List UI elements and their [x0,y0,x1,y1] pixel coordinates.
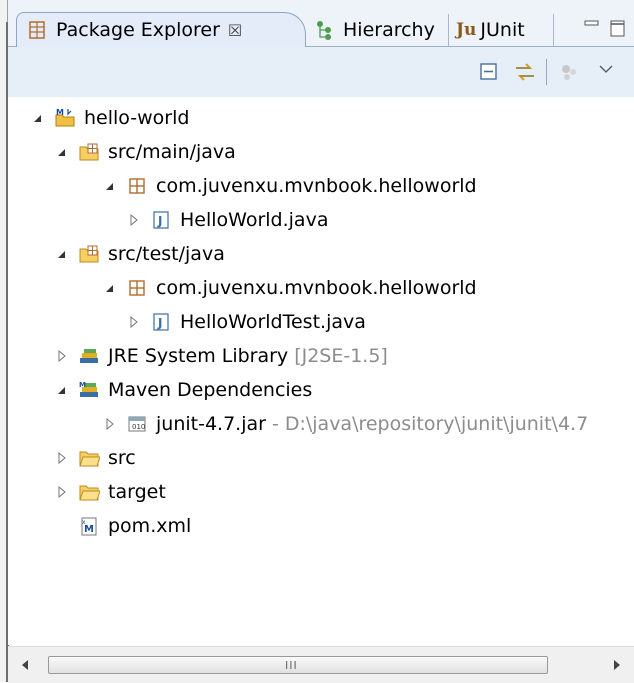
expanded-arrow-icon[interactable] [54,246,70,262]
tree-item-suffix: [J2SE-1.5] [294,345,388,367]
collapsed-arrow-icon[interactable] [126,212,142,228]
tree-item-folder-target[interactable]: target [54,475,166,509]
tree-item-suffix: - D:\java\repository\junit\junit\4.7 [271,413,589,435]
maven-pom-icon: M x [81,517,97,536]
expanded-arrow-icon[interactable] [102,178,118,194]
tree-item-source-folder[interactable]: src/test/java [54,237,225,271]
svg-text:M: M [79,381,86,389]
tree-item-label: HelloWorld.java [180,209,329,231]
tree-item-label: src/main/java [108,141,236,163]
package-tree: M hello-world src/main/java com.juvenxu.… [8,97,634,645]
maven-project-icon: M [55,108,75,127]
tree-item-label: Maven Dependencies [108,379,313,401]
tree-item-label: com.juvenxu.mvnbook.helloworld [156,175,477,197]
tree-item-label: src/test/java [108,243,225,265]
tab-package-explorer[interactable]: Package Explorer ☒ [26,14,242,46]
tree-item-java-file[interactable]: J HelloWorld.java [126,203,328,237]
folder-icon [79,485,100,501]
hierarchy-icon [317,21,331,40]
tree-item-jar[interactable]: 010 junit-4.7.jar - D:\java\repository\j… [102,407,588,441]
tree-item-label: src [108,447,136,469]
tab-junit[interactable]: Ju JUnit [456,14,525,46]
collapse-all-icon[interactable] [478,61,500,83]
folder-icon [79,451,100,467]
focus-icon[interactable] [558,61,580,83]
scrollbar-grip: III [285,659,298,672]
tab-label: Package Explorer [56,19,220,41]
jar-icon: 010 [128,416,146,432]
source-folder-icon [79,143,99,161]
tree-item-source-folder[interactable]: src/main/java [54,135,236,169]
view-toolbar [8,47,634,98]
close-icon[interactable]: ☒ [228,21,242,40]
scroll-left-icon[interactable] [20,659,30,671]
tab-divider [448,14,449,46]
tree-item-java-file[interactable]: J HelloWorldTest.java [126,305,366,339]
link-with-editor-icon[interactable] [512,59,538,85]
tree-item-label: target [108,481,166,503]
java-file-icon: J [153,313,169,331]
svg-text:J: J [157,214,162,228]
svg-text:010: 010 [132,423,145,431]
collapsed-arrow-icon[interactable] [126,314,142,330]
svg-text:J: J [157,316,162,330]
collapsed-arrow-icon[interactable] [102,416,118,432]
tab-label: Hierarchy [343,19,435,41]
java-file-icon: J [153,211,169,229]
tree-item-label: junit-4.7.jar [156,413,266,435]
package-explorer-icon [29,21,45,39]
toolbar-separator [546,59,547,85]
tree-item-project[interactable]: M hello-world [30,101,189,135]
svg-text:x: x [82,519,86,526]
tab-divider [553,14,554,46]
package-icon [129,280,145,296]
tab-label: JUnit [480,19,525,41]
tab-hierarchy[interactable]: Hierarchy [313,14,435,46]
library-icon [80,349,98,363]
collapsed-arrow-icon[interactable] [54,484,70,500]
collapsed-arrow-icon[interactable] [54,348,70,364]
horizontal-scrollbar[interactable]: III [8,646,634,683]
package-icon [129,178,145,194]
tree-item-label: com.juvenxu.mvnbook.helloworld [156,277,477,299]
tree-item-label: pom.xml [108,515,192,537]
tree-item-pom[interactable]: M x pom.xml [78,509,191,543]
tree-item-label: hello-world [84,107,190,129]
collapsed-arrow-icon[interactable] [54,450,70,466]
svg-text:M: M [56,108,64,117]
maximize-icon[interactable] [610,20,626,38]
tree-item-package[interactable]: com.juvenxu.mvnbook.helloworld [102,271,477,305]
tree-item-label: JRE System Library [108,345,289,367]
tree-item-jre-library[interactable]: JRE System Library [J2SE-1.5] [54,339,388,373]
junit-icon: Ju [456,20,477,40]
source-folder-icon [79,245,99,263]
maven-library-icon: M [79,381,98,397]
scrollbar-thumb[interactable]: III [48,656,548,674]
expanded-arrow-icon[interactable] [54,382,70,398]
tree-item-maven-dependencies[interactable]: M Maven Dependencies [54,373,312,407]
tree-item-label: HelloWorldTest.java [180,311,366,333]
view-menu-icon[interactable] [598,63,614,75]
expanded-arrow-icon[interactable] [102,280,118,296]
view-tab-bar: Package Explorer ☒ Hierarchy Ju JUnit [8,0,634,48]
tree-item-folder-src[interactable]: src [54,441,136,475]
tree-item-package[interactable]: com.juvenxu.mvnbook.helloworld [102,169,477,203]
scroll-right-icon[interactable] [612,659,622,671]
expanded-arrow-icon[interactable] [30,110,46,126]
expanded-arrow-icon[interactable] [54,144,70,160]
minimize-icon[interactable] [584,20,600,34]
